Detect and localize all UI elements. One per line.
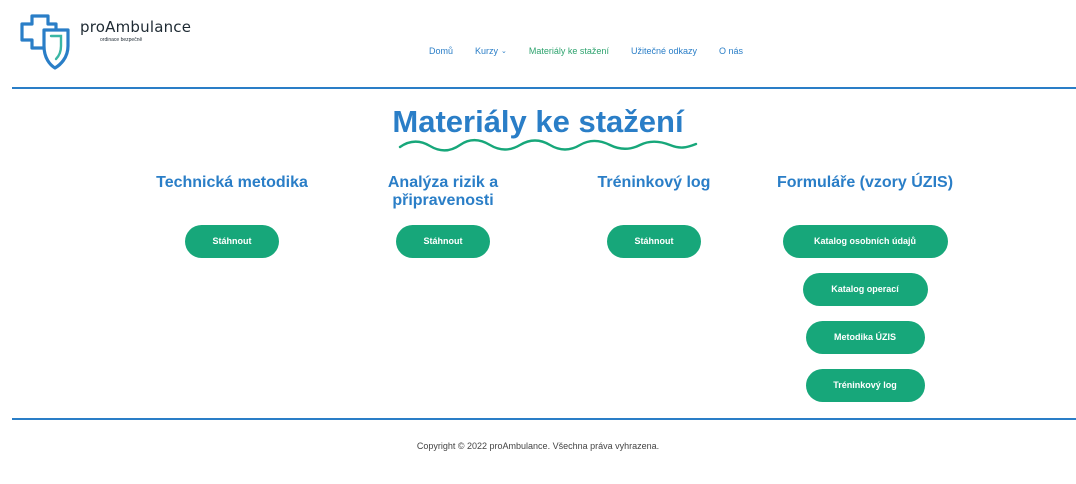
download-button[interactable]: Stáhnout (396, 225, 490, 258)
treninkovy-log-button[interactable]: Tréninkový log (805, 369, 925, 402)
site-logo[interactable]: proAmbulance ordinace bezpečně (18, 14, 191, 70)
column-treninkovy-log: Tréninkový log Stáhnout (554, 174, 754, 258)
footer-divider (12, 418, 1076, 420)
column-title: Tréninkový log (597, 174, 711, 191)
nav-item-label: Kurzy (475, 46, 499, 56)
header-divider (12, 87, 1076, 89)
main-nav: Domů Kurzy ⌄ Materiály ke stažení Užitečn… (429, 46, 765, 56)
nav-item-kurzy[interactable]: Kurzy ⌄ (475, 46, 507, 56)
nav-item-odkazy[interactable]: Užitečné odkazy (631, 46, 697, 56)
column-formulare: Formuláře (vzory ÚZIS) Katalog osobních … (750, 174, 980, 402)
column-title: Technická metodika (156, 174, 308, 191)
metodika-uzis-button[interactable]: Metodika ÚZIS (805, 321, 925, 354)
nav-item-label: Materiály ke stažení (528, 46, 609, 56)
column-title: Formuláře (vzory ÚZIS) (776, 174, 954, 191)
nav-item-label: O nás (719, 46, 744, 56)
chevron-down-icon: ⌄ (501, 48, 507, 55)
brand-name: proAmbulance (80, 18, 192, 36)
column-technicka-metodika: Technická metodika Stáhnout (132, 174, 332, 258)
nav-item-domu[interactable]: Domů (429, 46, 453, 56)
nav-item-o-nas[interactable]: O nás (719, 46, 743, 56)
medical-cross-shield-icon (20, 14, 70, 70)
brand-tagline: ordinace bezpečně (100, 37, 143, 43)
column-analyza-rizik: Analýza rizik a připravenosti Stáhnout (343, 174, 543, 258)
column-title: Analýza rizik a připravenosti (387, 174, 499, 209)
nav-item-label: Užitečné odkazy (630, 46, 697, 56)
nav-item-materialy[interactable]: Materiály ke stažení (529, 46, 609, 56)
footer-copyright: Copyright © 2022 proAmbulance. Všechna p… (416, 441, 660, 451)
page-title: Materiály ke stažení (392, 104, 684, 139)
site-header: proAmbulance ordinace bezpečně Domů Kurz… (0, 0, 1076, 88)
download-button[interactable]: Stáhnout (185, 225, 279, 258)
katalog-operaci-button[interactable]: Katalog operací (802, 273, 928, 306)
katalog-osobnich-udaju-button[interactable]: Katalog osobních údajů (782, 225, 948, 258)
download-button[interactable]: Stáhnout (607, 225, 701, 258)
title-underline-squiggle (398, 138, 698, 152)
nav-item-label: Domů (429, 46, 454, 56)
